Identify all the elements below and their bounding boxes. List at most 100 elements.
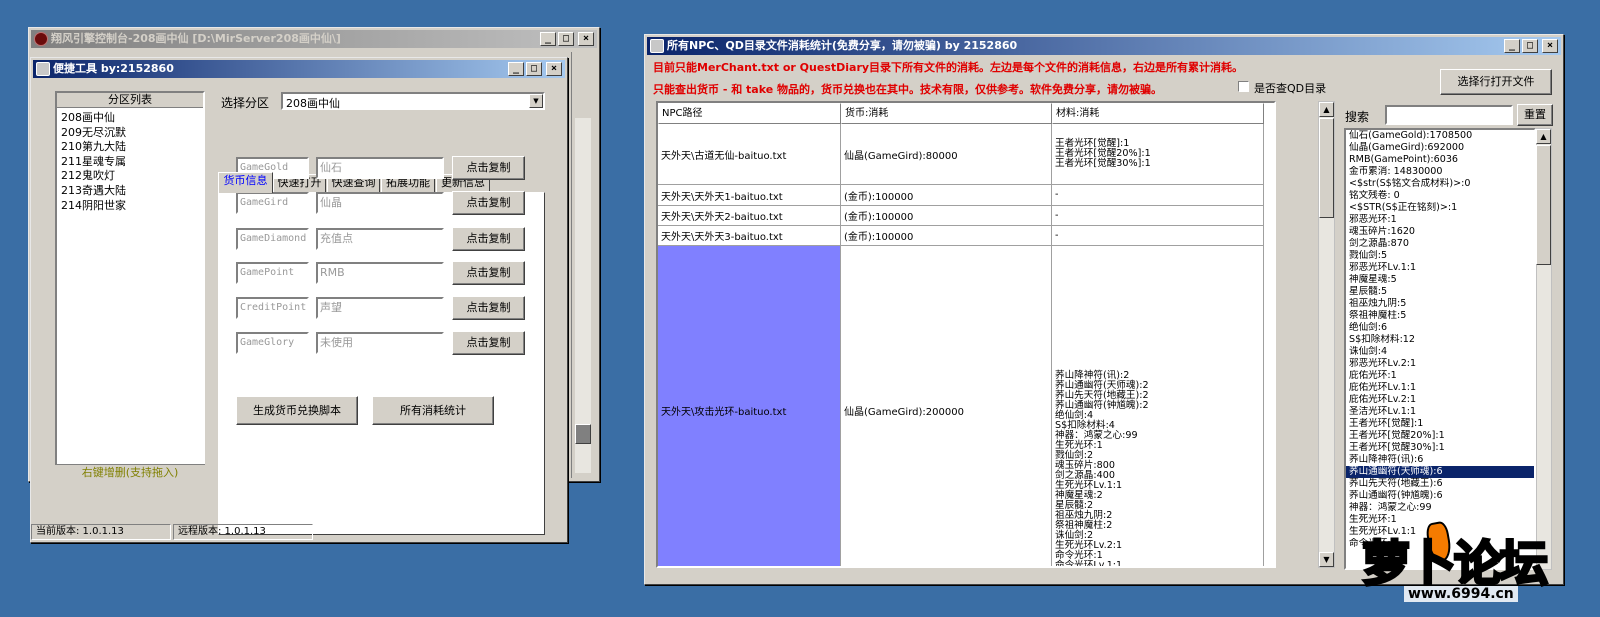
zone-list-item[interactable]: 208画中仙 (61, 111, 201, 126)
total-list-item[interactable]: 星辰髓:5 (1346, 286, 1534, 298)
total-list-item[interactable]: 荞山通幽符(天师魂):6 (1346, 466, 1534, 478)
column-header[interactable]: NPC路径 (658, 103, 841, 124)
material-cost-cell[interactable]: 王者光环[觉醒]:1 王者光环[觉醒20%]:1 王者光环[觉醒30%]:1 (1052, 124, 1264, 185)
close-icon[interactable]: × (546, 62, 562, 76)
total-list-item[interactable]: S$扣除材料:12 (1346, 334, 1534, 346)
table-scrollbar-thumb[interactable] (1319, 118, 1334, 218)
material-cost-cell[interactable]: - (1052, 185, 1264, 206)
minimize-icon[interactable]: _ (540, 32, 556, 46)
search-input[interactable] (1385, 105, 1513, 125)
total-list-item[interactable]: 绝仙剑:6 (1346, 322, 1534, 334)
console-scrollbar[interactable] (575, 118, 591, 473)
currency-code-field[interactable]: GameDiamond (236, 228, 309, 250)
total-list-item[interactable]: 王者光环[觉醒30%]:1 (1346, 442, 1534, 454)
column-header[interactable]: 货币:消耗 (841, 103, 1052, 124)
select-row-open-file-button[interactable]: 选择行打开文件 (1440, 69, 1552, 95)
copy-button[interactable]: 点击复制 (452, 191, 525, 215)
maximize-icon[interactable]: □ (1522, 39, 1538, 53)
currency-name-field[interactable]: 仙晶 (316, 192, 444, 214)
copy-button[interactable]: 点击复制 (452, 227, 525, 251)
total-list-item[interactable]: 祖巫烛九阴:5 (1346, 298, 1534, 310)
total-list-item[interactable]: 神魔星魂:5 (1346, 274, 1534, 286)
currency-name-field[interactable]: RMB (316, 262, 444, 284)
total-list-item[interactable]: 诛仙剑:4 (1346, 346, 1534, 358)
currency-code-field[interactable]: GameGird (236, 192, 309, 214)
total-list-item[interactable]: 邪恶光环:1 (1346, 214, 1534, 226)
total-list-item[interactable]: 荞山降神符(讯):6 (1346, 454, 1534, 466)
all-consumption-stats-button[interactable]: 所有消耗统计 (372, 396, 494, 425)
chevron-down-icon[interactable]: ▼ (529, 94, 543, 108)
copy-button[interactable]: 点击复制 (452, 156, 525, 180)
currency-code-field[interactable]: GameGlory (236, 332, 309, 354)
total-consumption-list[interactable]: 仙石(GameGold):1708500 仙晶(GameGird):692000 R… (1344, 128, 1536, 570)
total-list-item[interactable]: 神器：鸿蒙之心:99 (1346, 502, 1534, 514)
zone-list-item[interactable]: 213奇遇大陆 (61, 184, 201, 199)
currency-name-field[interactable]: 未使用 (316, 332, 444, 354)
total-list-item[interactable]: 荞山先天符(地藏王):6 (1346, 478, 1534, 490)
currency-cost-cell[interactable]: (金币):100000 (841, 206, 1052, 226)
zone-list-item[interactable]: 212鬼吹灯 (61, 169, 201, 184)
quick-tool-titlebar[interactable]: 便捷工具 by:2152860 _ □ × (33, 60, 565, 78)
material-cost-cell[interactable]: 荞山降神符(讯):2 荞山通幽符(天师魂):2 荞山先天符(地藏王):2 荞山通幽符(… (1052, 246, 1264, 566)
minimize-icon[interactable]: _ (1504, 39, 1520, 53)
total-list-item[interactable]: 邪恶光环Lv.2:1 (1346, 358, 1534, 370)
zone-list-item[interactable]: 209无尽沉默 (61, 126, 201, 141)
currency-code-field[interactable]: CreditPoint (236, 297, 309, 319)
maximize-icon[interactable]: □ (526, 62, 542, 76)
npc-path-cell[interactable]: 天外天\天外天3-baituo.txt (658, 226, 841, 246)
total-list-item[interactable]: <$str(S$铭文合成材料)>:0 (1346, 178, 1534, 190)
generate-exchange-script-button[interactable]: 生成货币兑换脚本 (236, 396, 358, 425)
npc-path-cell[interactable]: 天外天\攻击光环-baituo.txt (658, 246, 841, 566)
total-list-item[interactable]: 庇佑光环Lv.2:1 (1346, 394, 1534, 406)
zone-list[interactable]: 208画中仙 209无尽沉默 210第九大陆 211星魂专属 212鬼吹灯 213奇遇大陆… (61, 111, 201, 213)
close-icon[interactable]: × (1542, 39, 1558, 53)
total-list-item[interactable]: 圣洁光环Lv.1:1 (1346, 406, 1534, 418)
tab-currency-info[interactable]: 货币信息 (218, 172, 273, 193)
total-list-item[interactable]: 金币累消: 14830000 (1346, 166, 1534, 178)
maximize-icon[interactable]: □ (558, 32, 574, 46)
zone-list-item[interactable]: 210第九大陆 (61, 140, 201, 155)
currency-cost-cell[interactable]: (金币):100000 (841, 185, 1052, 206)
currency-cost-cell[interactable]: 仙晶(GameGird):80000 (841, 124, 1052, 185)
total-list-item[interactable]: 庇佑光环:1 (1346, 370, 1534, 382)
npc-path-cell[interactable]: 天外天\天外天1-baituo.txt (658, 185, 841, 206)
total-list-item[interactable]: <$STR(S$正在铭刻)>:1 (1346, 202, 1534, 214)
npc-path-cell[interactable]: 天外天\天外天2-baituo.txt (658, 206, 841, 226)
currency-name-field[interactable]: 声望 (316, 297, 444, 319)
total-list-item[interactable]: 荞山通幽符(钟馗魄):6 (1346, 490, 1534, 502)
total-list-item[interactable]: 戮仙剑:5 (1346, 250, 1534, 262)
material-cost-cell[interactable]: - (1052, 226, 1264, 246)
totals-scrollbar-thumb[interactable] (1536, 145, 1551, 265)
currency-name-field[interactable]: 仙石 (316, 157, 444, 179)
currency-name-field[interactable]: 充值点 (316, 228, 444, 250)
total-list-item[interactable]: RMB(GamePoint):6036 (1346, 154, 1534, 166)
close-icon[interactable]: × (578, 32, 594, 46)
currency-cost-cell[interactable]: 仙晶(GameGird):200000 (841, 246, 1052, 566)
zone-list-item[interactable]: 214阴阳世家 (61, 199, 201, 214)
stats-titlebar[interactable]: 所有NPC、QD目录文件消耗统计(免费分享，请勿被骗) by 2152860 _… (647, 37, 1561, 55)
currency-code-field[interactable]: GamePoint (236, 262, 309, 284)
total-list-item[interactable]: 剑之源晶:870 (1346, 238, 1534, 250)
npc-path-cell[interactable]: 天外天\古道无仙-baituo.txt (658, 124, 841, 185)
total-list-item[interactable]: 王者光环[觉醒20%]:1 (1346, 430, 1534, 442)
material-cost-cell[interactable]: - (1052, 206, 1264, 226)
copy-button[interactable]: 点击复制 (452, 331, 525, 355)
total-list-item[interactable]: 邪恶光环Lv.1:1 (1346, 262, 1534, 274)
npc-consumption-table[interactable]: NPC路径 货币:消耗 材料:消耗天外天\古道无仙-baituo.txt 仙晶(Gam… (656, 101, 1276, 568)
console-scrollbar-thumb[interactable] (575, 424, 591, 444)
totals-scroll-up-icon[interactable]: ▲ (1536, 129, 1551, 144)
table-scroll-up-icon[interactable]: ▲ (1319, 102, 1334, 117)
total-list-item[interactable]: 祭祖神魔柱:5 (1346, 310, 1534, 322)
currency-cost-cell[interactable]: (金币):100000 (841, 226, 1052, 246)
zone-list-item[interactable]: 211星魂专属 (61, 155, 201, 170)
select-zone-dropdown[interactable]: 208画中仙 ▼ (281, 92, 545, 110)
total-list-item[interactable]: 铭文残卷: 0 (1346, 190, 1534, 202)
qd-checkbox[interactable] (1238, 81, 1249, 92)
total-list-item[interactable]: 庇佑光环Lv.1:1 (1346, 382, 1534, 394)
total-list-item[interactable]: 魂玉碎片:1620 (1346, 226, 1534, 238)
table-scroll-down-icon[interactable]: ▼ (1319, 552, 1334, 567)
column-header[interactable]: 材料:消耗 (1052, 103, 1264, 124)
reset-button[interactable]: 重置 (1517, 104, 1553, 126)
engine-console-titlebar[interactable]: 翔风引擎控制台-208画中仙 [D:\MirServer208画中仙\] _ □… (31, 30, 597, 48)
total-list-item[interactable]: 王者光环[觉醒]:1 (1346, 418, 1534, 430)
